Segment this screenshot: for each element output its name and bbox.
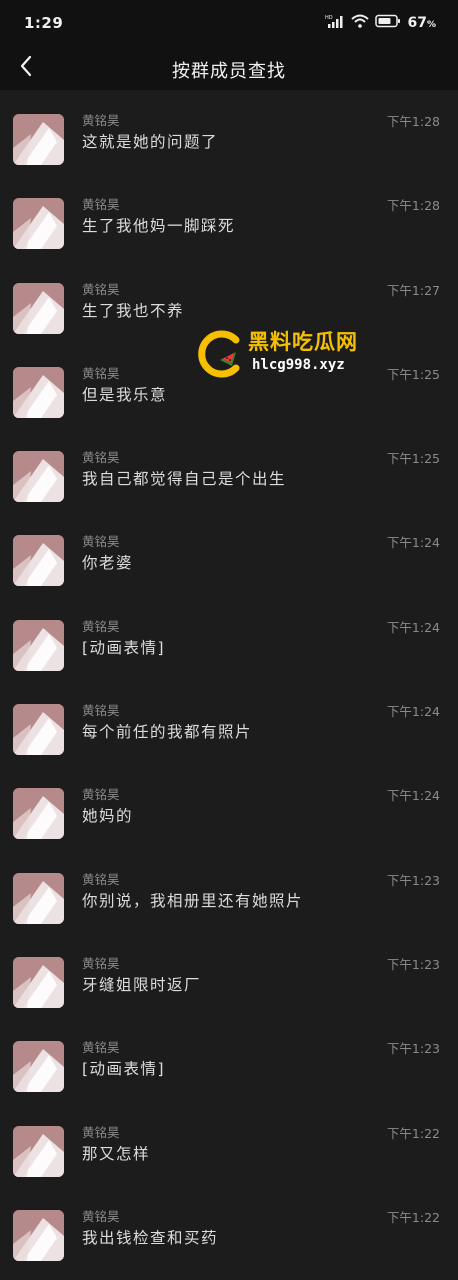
message-item[interactable]: 黄铭昊生了我他妈一脚踩死 下午1:28	[0, 180, 458, 264]
battery-percent: 67%	[407, 15, 436, 31]
message-text: 那又怎样	[82, 1144, 151, 1163]
avatar[interactable]	[13, 451, 64, 503]
status-bar: 1:29 HD 67%	[0, 0, 458, 48]
message-item[interactable]: 黄铭昊她妈的 下午1:24	[0, 770, 458, 854]
wifi-icon	[351, 14, 370, 32]
battery-percent-value: 67	[407, 15, 427, 31]
avatar[interactable]	[13, 1125, 64, 1177]
message-text: 她妈的	[82, 807, 134, 826]
sender-name: 黄铭昊	[82, 1208, 120, 1224]
message-time: 下午1:28	[386, 114, 440, 129]
sender-name: 黄铭昊	[82, 113, 120, 128]
message-text: 每个前任的我都有照片	[82, 723, 253, 742]
message-time: 下午1:23	[386, 872, 440, 888]
message-item[interactable]: 黄铭昊每个前任的我都有照片 下午1:24	[0, 686, 458, 770]
status-icons: HD 67%	[325, 14, 436, 32]
status-time: 1:29	[24, 14, 64, 32]
message-time: 下午1:27	[386, 282, 440, 298]
message-item[interactable]: 黄铭昊你别说，我相册里还有她照片 下午1:23	[0, 855, 458, 939]
message-time: 下午1:25	[386, 451, 440, 467]
message-text: 生了我也不养	[82, 301, 185, 320]
message-text: 我出钱检查和买药	[82, 1228, 219, 1247]
message-item[interactable]: 黄铭昊我出钱检查和买药 下午1:22	[0, 1192, 458, 1276]
message-list[interactable]: 黄铭昊 这就是她的问题了 下午1:28 黄铭昊 生了我他妈一脚踩死 下午1:28 黄铭昊 生了…	[0, 96, 458, 1276]
watermark-title: 黑料吃瓜网	[248, 330, 358, 354]
avatar[interactable]	[13, 956, 64, 1008]
message-time: 下午1:24	[386, 704, 440, 720]
watermark: 黑料吃瓜网 hlcg998.xyz	[196, 324, 376, 384]
avatar[interactable]	[13, 198, 64, 250]
avatar[interactable]	[13, 1209, 64, 1261]
avatar[interactable]	[13, 704, 64, 756]
sender-name: 黄铭昊	[82, 703, 120, 719]
message-item[interactable]: 黄铭昊我自己都觉得自己是个出生 下午1:25	[0, 433, 458, 517]
svg-text:HD: HD	[325, 15, 333, 21]
message-item[interactable]: 黄铭昊 [动画表情] 下午1:24	[0, 602, 458, 686]
message-time: 下午1:28	[386, 198, 440, 214]
message-time: 下午1:23	[386, 956, 440, 972]
sender-name: 黄铭昊	[82, 534, 120, 550]
sender-name: 黄铭昊	[82, 787, 120, 803]
page-title: 按群成员查找	[172, 61, 286, 82]
avatar[interactable]	[13, 788, 64, 840]
message-time: 下午1:22	[386, 1125, 440, 1141]
message-text: 我自己都觉得自己是个出生	[82, 470, 287, 489]
avatar[interactable]	[13, 535, 64, 587]
sender-name: 黄铭昊	[82, 1124, 120, 1140]
message-text: [动画表情]	[82, 638, 166, 657]
avatar[interactable]	[13, 114, 64, 165]
avatar[interactable]	[13, 366, 64, 418]
avatar[interactable]	[13, 1041, 64, 1093]
sender-name: 黄铭昊	[82, 450, 120, 466]
avatar[interactable]	[13, 619, 64, 671]
message-time: 下午1:23	[386, 1041, 440, 1057]
message-time: 下午1:22	[386, 1209, 440, 1225]
signal-icon: HD	[325, 14, 345, 32]
watermark-url: hlcg998.xyz	[252, 357, 345, 373]
message-time: 下午1:24	[386, 535, 440, 551]
message-text: 这就是她的问题了	[82, 133, 219, 151]
message-text: 你老婆	[82, 554, 134, 573]
sender-name: 黄铭昊	[82, 871, 120, 887]
message-item[interactable]: 黄铭昊那又怎样 下午1:22	[0, 1108, 458, 1192]
sender-name: 黄铭昊	[82, 197, 120, 213]
message-text: 你别说，我相册里还有她照片	[82, 891, 304, 910]
avatar[interactable]	[13, 872, 64, 924]
message-item[interactable]: 黄铭昊这就是她的问题了 下午1:28	[0, 96, 458, 180]
message-text: 但是我乐意	[82, 385, 168, 404]
message-text: 生了我他妈一脚踩死	[82, 217, 236, 236]
message-item[interactable]: 黄铭昊 [动画表情] 下午1:23	[0, 1023, 458, 1107]
sender-name: 黄铭昊	[82, 955, 120, 971]
avatar[interactable]	[13, 282, 64, 334]
message-text: [动画表情]	[82, 1060, 166, 1079]
sender-name: 黄铭昊	[82, 281, 120, 297]
message-text: 牙缝姐限时返厂	[82, 975, 202, 994]
message-time: 下午1:25	[386, 366, 440, 382]
sender-name: 黄铭昊	[82, 365, 120, 381]
battery-icon	[375, 14, 401, 32]
header-bar: 按群成员查找	[0, 48, 458, 90]
message-time: 下午1:24	[386, 788, 440, 804]
sender-name: 黄铭昊	[82, 618, 120, 634]
message-item[interactable]: 黄铭昊牙缝姐限时返厂 下午1:23	[0, 939, 458, 1023]
battery-percent-unit: %	[426, 20, 436, 30]
message-time: 下午1:24	[386, 619, 440, 635]
sender-name: 黄铭昊	[82, 1040, 120, 1056]
message-item[interactable]: 黄铭昊你老婆 下午1:24	[0, 517, 458, 601]
